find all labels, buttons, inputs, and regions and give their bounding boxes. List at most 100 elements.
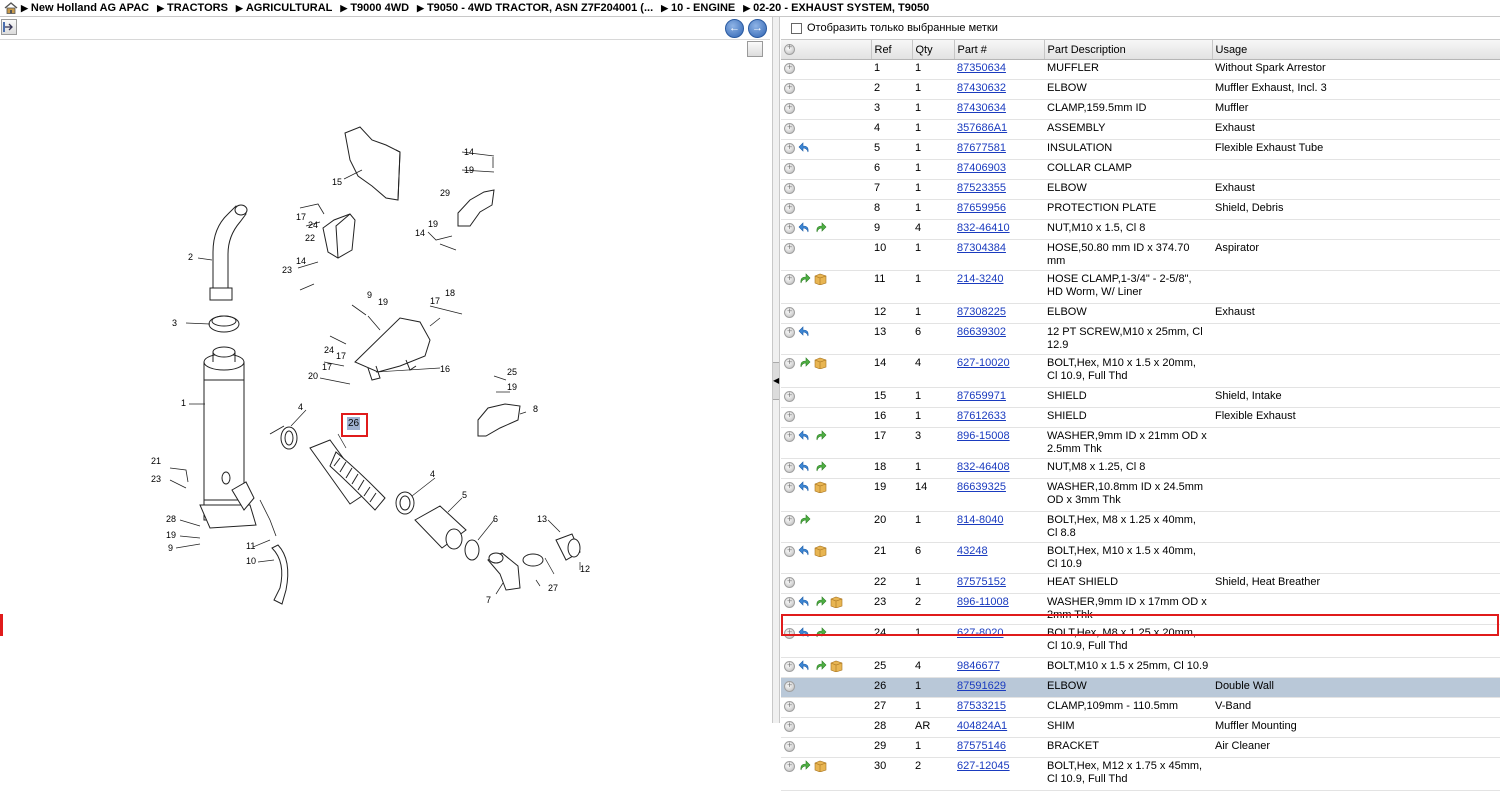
- part-number-link[interactable]: 87406903: [957, 162, 1006, 174]
- table-row[interactable]: 13686639302 12 PT SCREW,M10 x 25mm, Cl 12…: [781, 323, 1500, 355]
- table-row[interactable]: 181832-46408 NUT,M8 x 1.25, Cl 8: [781, 458, 1500, 479]
- add-to-cart-icon[interactable]: [784, 460, 795, 473]
- part-number-link[interactable]: 87659971: [957, 390, 1006, 402]
- table-row[interactable]: 12187308225 ELBOWExhaust: [781, 303, 1500, 324]
- add-to-cart-icon[interactable]: [784, 325, 795, 338]
- back-arrow-icon[interactable]: [798, 222, 811, 234]
- table-row[interactable]: 15187659971 SHIELDShield, Intake: [781, 387, 1500, 408]
- part-number-link[interactable]: 87430632: [957, 82, 1006, 94]
- breadcrumb-item[interactable]: ▶ T9050 - 4WD TRACTOR, ASN Z7F204001 (...: [417, 2, 653, 14]
- package-icon[interactable]: [814, 357, 827, 370]
- breadcrumb-item[interactable]: ▶ 02-20 - EXHAUST SYSTEM, T9050: [743, 2, 929, 14]
- part-number-link[interactable]: 87308225: [957, 306, 1006, 318]
- part-number-link[interactable]: 86639325: [957, 481, 1006, 493]
- forward-arrow-icon[interactable]: [798, 514, 811, 526]
- add-to-cart-icon[interactable]: [784, 544, 795, 557]
- previous-arrow-icon[interactable]: ←: [725, 19, 744, 38]
- column-header-part-number[interactable]: Part #: [954, 40, 1045, 60]
- part-number-link[interactable]: 43248: [957, 545, 988, 557]
- forward-arrow-icon[interactable]: [814, 660, 827, 672]
- add-to-cart-icon[interactable]: [784, 201, 795, 214]
- add-to-cart-icon[interactable]: [784, 101, 795, 114]
- table-row[interactable]: 26187591629 ELBOWDouble Wall: [781, 677, 1500, 698]
- part-number-link[interactable]: 357686A1: [957, 122, 1007, 134]
- part-number-link[interactable]: 87350634: [957, 62, 1006, 74]
- part-number-link[interactable]: 627-8020: [957, 627, 1004, 639]
- part-number-link[interactable]: 87304384: [957, 242, 1006, 254]
- package-icon[interactable]: [814, 273, 827, 286]
- breadcrumb-item[interactable]: ▶ AGRICULTURAL: [236, 2, 332, 14]
- column-header-qty[interactable]: Qty: [912, 40, 955, 60]
- package-icon[interactable]: [814, 760, 827, 773]
- show-selected-checkbox[interactable]: [791, 22, 802, 34]
- part-number-link[interactable]: 896-15008: [957, 430, 1010, 442]
- table-row[interactable]: 7187523355 ELBOWExhaust: [781, 179, 1500, 200]
- table-row[interactable]: 6187406903 COLLAR CLAMP: [781, 159, 1500, 180]
- part-number-link[interactable]: 87612633: [957, 410, 1006, 422]
- add-to-cart-icon[interactable]: [784, 181, 795, 194]
- breadcrumb-item[interactable]: ▶ TRACTORS: [157, 2, 228, 14]
- column-header-ref[interactable]: Ref: [871, 40, 913, 60]
- add-to-cart-icon[interactable]: [784, 141, 795, 154]
- add-to-cart-icon[interactable]: [784, 389, 795, 402]
- add-to-cart-icon[interactable]: [784, 739, 795, 752]
- package-icon[interactable]: [830, 660, 843, 673]
- table-row[interactable]: 28AR404824A1 SHIMMuffler Mounting: [781, 717, 1500, 738]
- part-number-link[interactable]: 86639302: [957, 326, 1006, 338]
- part-number-link[interactable]: 87575146: [957, 740, 1006, 752]
- table-row[interactable]: 1187350634MUFFLERWithout Spark Arrestor: [781, 59, 1500, 80]
- forward-arrow-icon[interactable]: [798, 760, 811, 772]
- add-to-cart-icon[interactable]: [784, 81, 795, 94]
- add-to-cart-icon[interactable]: [784, 409, 795, 422]
- add-to-cart-icon[interactable]: [784, 161, 795, 174]
- add-to-cart-icon[interactable]: [784, 699, 795, 712]
- add-to-cart-icon[interactable]: [784, 659, 795, 672]
- select-all-icon[interactable]: [781, 40, 872, 60]
- add-to-cart-icon[interactable]: [784, 719, 795, 732]
- expand-panel-button[interactable]: [1, 19, 17, 35]
- table-row[interactable]: 21643248 BOLT,Hex, M10 x 1.5 x 40mm, Cl 1…: [781, 542, 1500, 574]
- breadcrumb-item[interactable]: ▶ New Holland AG APAC: [21, 2, 149, 14]
- part-number-link[interactable]: 832-46410: [957, 222, 1010, 234]
- table-row[interactable]: 2549846677 BOLT,M10 x 1.5 x 25mm, Cl 10.9: [781, 657, 1500, 678]
- forward-arrow-icon[interactable]: [798, 273, 811, 285]
- forward-arrow-icon[interactable]: [814, 461, 827, 473]
- column-header-usage[interactable]: Usage: [1212, 40, 1500, 60]
- forward-arrow-icon[interactable]: [814, 430, 827, 442]
- part-number-link[interactable]: 896-11008: [957, 596, 1009, 608]
- table-row[interactable]: 10187304384 HOSE,50.80 mm ID x 374.70 mmA…: [781, 239, 1500, 271]
- part-number-link[interactable]: 87659956: [957, 202, 1006, 214]
- table-row[interactable]: 16187612633 SHIELDFlexible Exhaust: [781, 407, 1500, 428]
- table-row[interactable]: 232896-11008 WASHER,9mm ID x 17mm OD x 2m…: [781, 593, 1500, 625]
- forward-arrow-icon[interactable]: [814, 596, 827, 608]
- add-to-cart-icon[interactable]: [784, 626, 795, 639]
- add-to-cart-icon[interactable]: [784, 429, 795, 442]
- table-row[interactable]: 41357686A1 ASSEMBLYExhaust: [781, 119, 1500, 140]
- add-to-cart-icon[interactable]: [784, 513, 795, 526]
- back-arrow-icon[interactable]: [798, 326, 811, 338]
- part-number-link[interactable]: 87533215: [957, 700, 1006, 712]
- next-arrow-icon[interactable]: →: [748, 19, 767, 38]
- table-row[interactable]: 29187575146 BRACKETAir Cleaner: [781, 737, 1500, 758]
- part-number-link[interactable]: 214-3240: [957, 273, 1004, 285]
- part-number-link[interactable]: 627-12045: [957, 760, 1010, 772]
- column-header-description[interactable]: Part Description: [1044, 40, 1213, 60]
- table-row[interactable]: 111214-3240HOSE CLAMP,1-3/4" - 2-5/8", H…: [781, 270, 1500, 304]
- exploded-parts-diagram[interactable]: 15 14 19 29 17 24 22 14 23 19 14 2 3 9 19 17 18…: [0, 40, 772, 723]
- part-number-link[interactable]: 404824A1: [957, 720, 1007, 732]
- collapse-arrow-icon[interactable]: ◀: [773, 362, 779, 400]
- back-arrow-icon[interactable]: [798, 545, 811, 557]
- table-row[interactable]: 144627-10020 BOLT,Hex, M10 x 1.5 x 20mm, …: [781, 354, 1500, 388]
- home-icon[interactable]: [4, 2, 18, 14]
- back-arrow-icon[interactable]: [798, 660, 811, 672]
- table-row[interactable]: 173896-15008 WASHER,9mm ID x 21mm OD x 2.…: [781, 427, 1500, 459]
- back-arrow-icon[interactable]: [798, 461, 811, 473]
- panel-splitter[interactable]: ◀: [772, 17, 780, 723]
- table-row[interactable]: 5187677581 INSULATIONFlexible Exhaust Tub…: [781, 139, 1500, 160]
- callout-highlight-box[interactable]: 26: [341, 413, 368, 437]
- part-number-link[interactable]: 87591629: [957, 680, 1006, 692]
- table-row[interactable]: 201814-8040 BOLT,Hex, M8 x 1.25 x 40mm, C…: [781, 511, 1500, 543]
- add-to-cart-icon[interactable]: [784, 356, 795, 369]
- back-arrow-icon[interactable]: [798, 596, 811, 608]
- back-arrow-icon[interactable]: [798, 142, 811, 154]
